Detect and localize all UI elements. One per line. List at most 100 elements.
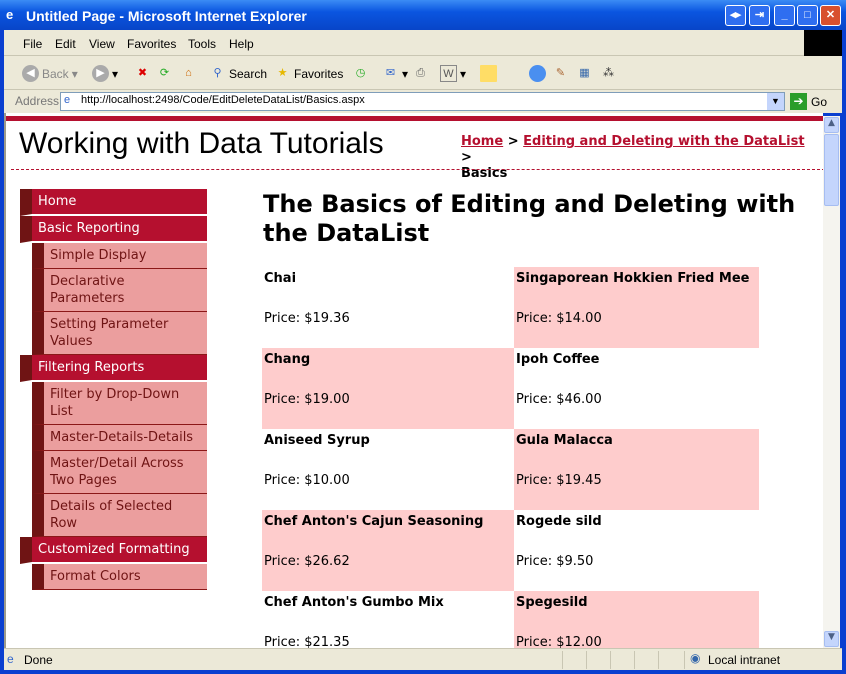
sidebar-menu: Home Basic Reporting Simple Display Declara… [20,189,207,590]
globe-icon [529,65,546,82]
scroll-down-icon[interactable]: ▼ [824,631,839,647]
product-item: Spegesild Price: $12.00 [514,591,759,648]
product-name: Chef Anton's Cajun Seasoning [264,514,484,529]
scroll-thumb[interactable] [824,134,839,206]
header-bar [6,116,823,121]
product-item: Chang Price: $19.00 [262,348,514,429]
search-button[interactable]: ⚲ Search [209,65,267,82]
menu-item[interactable]: Simple Display [32,243,207,269]
menu-item[interactable]: Basic Reporting [20,216,207,243]
product-price: Price: $14.00 [516,311,602,326]
product-price: Price: $9.50 [516,554,594,569]
menu-favorites[interactable]: Favorites [127,37,176,51]
menu-view[interactable]: View [89,37,115,51]
tools-button[interactable]: ▦ [576,65,593,82]
product-item: Rogede sild Price: $9.50 [514,510,759,591]
menu-item[interactable]: Filter by Drop-Down List [32,382,207,425]
close-button[interactable]: ✕ [820,5,841,26]
status-bar: e Done ◉ Local intranet [4,648,842,670]
windows-logo [804,30,842,56]
product-price: Price: $26.62 [264,554,350,569]
search-icon: ⚲ [213,67,222,79]
product-price: Price: $19.45 [516,473,602,488]
back-button[interactable]: ◀ Back ▾ [22,65,78,82]
print-icon: ⎙ [416,67,425,79]
product-name: Chang [264,352,311,367]
product-name: Spegesild [516,595,588,610]
zone-text: Local intranet [708,653,781,667]
scroll-up-icon[interactable]: ▲ [824,117,839,133]
toolbar: ◀ Back ▾ ▶ ▾ ✖ ⟳ ⌂ ⚲ Search ★ Favorites ◷ ✉… [4,56,842,90]
address-url: http://localhost:2498/Code/EditDeleteDat… [81,94,365,106]
menu-item[interactable]: Customized Formatting [20,537,207,564]
product-item: Chef Anton's Gumbo Mix Price: $21.35 [262,591,514,648]
product-name: Ipoh Coffee [516,352,600,367]
research-button[interactable]: ✎ [552,65,569,82]
site-title: Working with Data Tutorials [19,127,384,160]
product-name: Rogede sild [516,514,602,529]
address-bar: Address e http://localhost:2498/Code/Edi… [4,90,842,113]
menu-item[interactable]: Declarative Parameters [32,269,207,312]
stop-button[interactable]: ✖ [134,65,151,82]
note-icon [480,65,497,82]
address-dropdown-icon[interactable]: ▼ [767,93,784,110]
back-icon: ◀ [22,65,39,82]
minimize-button[interactable]: _ [774,5,795,26]
home-button[interactable]: ⌂ [180,65,197,82]
intranet-icon: ◉ [690,651,701,665]
menu-item[interactable]: Master/Detail Across Two Pages [32,451,207,494]
mail-icon: ✉ [385,67,396,79]
menu-bar: File Edit View Favorites Tools Help [4,30,842,56]
forward-icon: ▶ [92,65,109,82]
products-datalist: Chai Price: $19.36 Singaporean Hokkien Fri… [262,267,759,648]
star-icon: ★ [277,67,288,79]
page-title: The Basics of Editing and Deleting with … [263,190,796,247]
go-button[interactable]: ➔ Go [790,93,827,110]
address-label: Address [15,94,60,108]
menu-item[interactable]: Master-Details-Details [32,425,207,451]
product-price: Price: $46.00 [516,392,602,407]
title-bar: e Untitled Page - Microsoft Internet Exp… [0,0,846,30]
edit-button[interactable]: W ▾ [440,65,466,82]
exit-icon[interactable]: ⇥ [749,5,770,26]
restore-tabs-icon[interactable]: ◂▸ [725,5,746,26]
history-button[interactable]: ◷ [352,65,369,82]
breadcrumb-section[interactable]: Editing and Deleting with the DataList [523,134,804,149]
menu-edit[interactable]: Edit [55,37,76,51]
tools-icon: ▦ [579,67,590,79]
discuss-button[interactable] [480,65,497,82]
maximize-button[interactable]: □ [797,5,818,26]
product-price: Price: $21.35 [264,635,350,648]
breadcrumb-home[interactable]: Home [461,134,503,149]
product-price: Price: $10.00 [264,473,350,488]
product-item: Singaporean Hokkien Fried Mee Price: $14.… [514,267,759,348]
forward-button[interactable]: ▶ ▾ [92,65,118,82]
address-input[interactable]: e http://localhost:2498/Code/EditDeleteD… [60,92,785,111]
menu-item[interactable]: Home [20,189,207,216]
favorites-button[interactable]: ★ Favorites [274,65,344,82]
product-item: Chef Anton's Cajun Seasoning Price: $26.6… [262,510,514,591]
product-item: Gula Malacca Price: $19.45 [514,429,759,510]
product-price: Price: $12.00 [516,635,602,648]
menu-file[interactable]: File [23,37,42,51]
vertical-scrollbar[interactable]: ▲ ▼ [823,116,840,648]
menu-item[interactable]: Filtering Reports [20,355,207,382]
menu-item[interactable]: Details of Selected Row [32,494,207,537]
ie-page-icon: e [7,652,14,666]
print-button[interactable]: ⎙ [412,65,429,82]
menu-item[interactable]: Setting Parameter Values [32,312,207,355]
refresh-button[interactable]: ⟳ [156,65,173,82]
page-icon: e [64,94,71,106]
mail-button[interactable]: ✉ ▾ [382,65,408,82]
extra-button[interactable]: ⁂ [600,65,617,82]
go-arrow-icon: ➔ [790,93,807,110]
stop-icon: ✖ [137,67,148,79]
home-icon: ⌂ [185,67,192,79]
status-text: Done [24,653,53,667]
menu-tools[interactable]: Tools [188,37,216,51]
menu-item[interactable]: Format Colors [32,564,207,590]
messenger-button[interactable] [529,65,546,82]
product-item: Ipoh Coffee Price: $46.00 [514,348,759,429]
menu-help[interactable]: Help [229,37,254,51]
research-icon: ✎ [555,67,566,79]
